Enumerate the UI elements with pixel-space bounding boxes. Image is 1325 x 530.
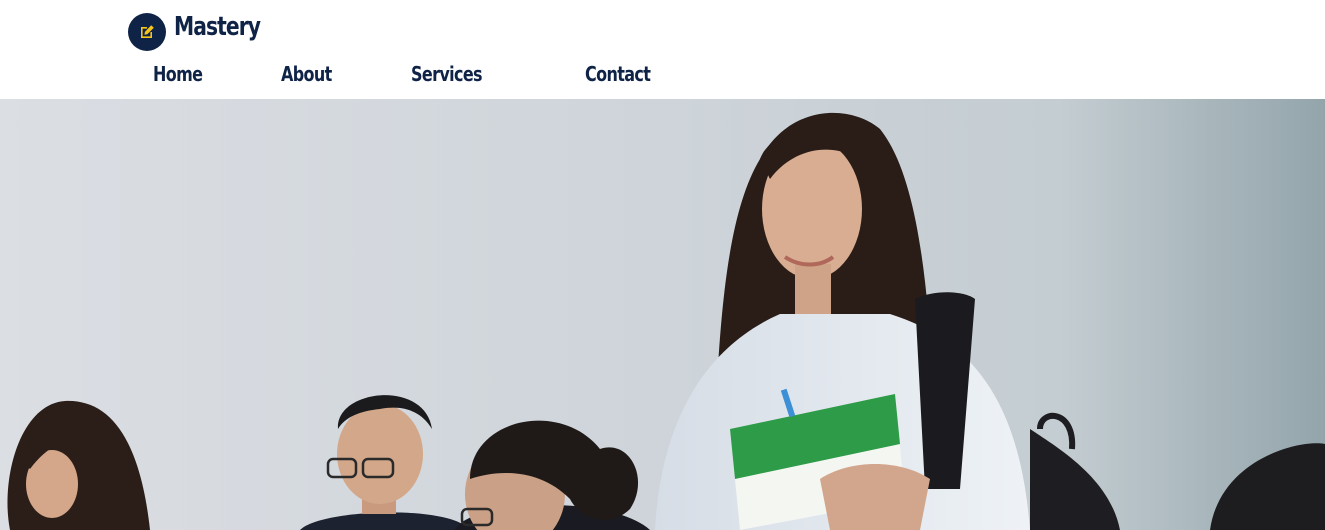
hero-banner xyxy=(0,99,1325,530)
nav-item-services[interactable]: Services xyxy=(411,62,483,86)
nav-item-contact[interactable]: Contact xyxy=(585,62,651,86)
hero-image xyxy=(0,99,1325,530)
main-nav: Home About Services Contact xyxy=(153,62,666,86)
brand-name: Mastery xyxy=(174,12,261,42)
nav-item-home[interactable]: Home xyxy=(153,62,203,86)
site-header: Mastery Home About Services Contact xyxy=(0,0,1325,99)
brand-logo-link[interactable]: Mastery xyxy=(128,10,284,51)
nav-item-about[interactable]: About xyxy=(281,62,332,86)
edit-icon xyxy=(128,13,166,51)
